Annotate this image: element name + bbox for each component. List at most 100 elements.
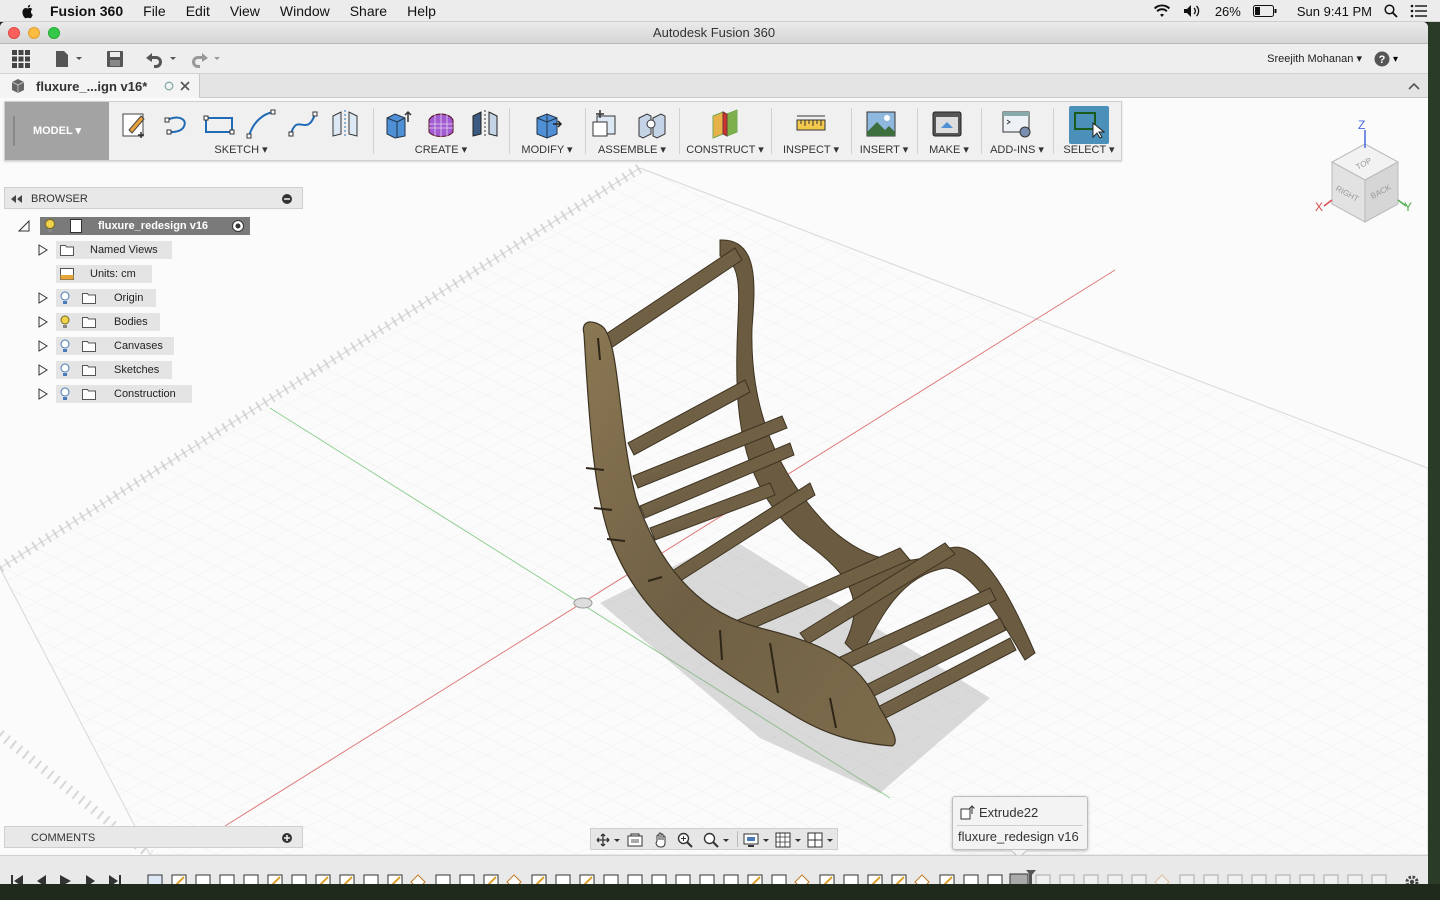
minimize-panel-icon[interactable] <box>282 194 292 204</box>
insert-group[interactable]: INSERT ▾ <box>855 102 913 160</box>
browser-panel-header[interactable]: BROWSER <box>4 187 303 209</box>
sketch-group-label[interactable]: SKETCH ▾ <box>113 143 369 156</box>
timeline-features[interactable] <box>144 870 1404 884</box>
tree-item-canvases[interactable]: Canvases <box>38 337 198 355</box>
step-forward-icon[interactable] <box>84 874 98 884</box>
tree-item-origin[interactable]: Origin <box>38 289 178 307</box>
pan-hand-icon[interactable] <box>653 832 669 848</box>
menu-window[interactable]: Window <box>280 3 330 19</box>
menu-app-name[interactable]: Fusion 360 <box>50 3 123 19</box>
menu-share[interactable]: Share <box>350 3 387 19</box>
modify-group[interactable]: MODIFY ▾ <box>513 102 581 160</box>
redo-icon[interactable] <box>190 50 224 68</box>
notification-center-icon[interactable] <box>1410 4 1428 18</box>
spotlight-search-icon[interactable] <box>1384 4 1398 18</box>
user-account-menu[interactable]: Sreejith Mohanan ▾ <box>1267 52 1362 65</box>
extrude-icon[interactable] <box>381 108 413 140</box>
undo-icon[interactable] <box>144 50 178 68</box>
offset-plane-icon[interactable] <box>709 108 741 140</box>
tree-item-units[interactable]: Units: cm <box>56 265 156 283</box>
visibility-bulb-icon[interactable] <box>44 219 56 233</box>
clock[interactable]: Sun 9:41 PM <box>1297 4 1372 19</box>
workspace-switcher[interactable]: MODEL ▾ <box>5 102 109 160</box>
line-tool-icon[interactable] <box>161 108 193 140</box>
rectangle-tool-icon[interactable] <box>203 108 235 140</box>
apple-icon[interactable] <box>20 3 36 19</box>
expand-panel-icon[interactable] <box>282 833 292 843</box>
root-chip[interactable]: fluxure_redesign v16 <box>40 217 250 235</box>
active-features[interactable] <box>147 873 1029 884</box>
view-cube-graphic[interactable]: TOP RIGHT BACK <box>1310 124 1420 234</box>
mirror-sketch-icon[interactable] <box>329 108 361 140</box>
display-settings-icon[interactable] <box>743 832 771 848</box>
minimize-window-button[interactable] <box>28 27 40 39</box>
go-to-start-icon[interactable] <box>10 874 24 884</box>
wifi-icon[interactable] <box>1153 4 1171 18</box>
insert-group-label[interactable]: INSERT ▾ <box>855 143 913 156</box>
spline-tool-icon[interactable] <box>287 108 319 140</box>
suppressed-features[interactable] <box>1035 874 1387 884</box>
expand-toggle-icon[interactable] <box>18 220 30 232</box>
orbit-icon[interactable] <box>595 832 621 848</box>
viewports-icon[interactable] <box>807 832 835 848</box>
menu-file[interactable]: File <box>143 3 166 19</box>
visibility-bulb-off-icon[interactable] <box>60 387 70 401</box>
expand-arrow-icon[interactable] <box>38 316 48 328</box>
inspect-group[interactable]: INSPECT ▾ <box>775 102 847 160</box>
arc-tool-icon[interactable] <box>245 108 277 140</box>
activate-radio-icon[interactable] <box>232 220 244 232</box>
modify-group-label[interactable]: MODIFY ▾ <box>513 143 581 156</box>
close-tab-icon[interactable] <box>180 81 190 91</box>
create-group-label[interactable]: CREATE ▾ <box>377 143 505 156</box>
tree-root-row[interactable]: fluxure_redesign v16 <box>18 217 258 235</box>
expand-arrow-icon[interactable] <box>38 364 48 376</box>
form-sculpt-icon[interactable] <box>425 108 457 140</box>
go-to-end-icon[interactable] <box>108 874 122 884</box>
chevron-up-icon[interactable] <box>1408 81 1420 91</box>
mirror-body-icon[interactable] <box>469 108 501 140</box>
data-panel-grid-icon[interactable] <box>12 50 30 68</box>
create-group[interactable]: CREATE ▾ <box>377 102 505 160</box>
make-group-label[interactable]: MAKE ▾ <box>921 143 977 156</box>
construct-group-label[interactable]: CONSTRUCT ▾ <box>683 143 767 156</box>
menu-help[interactable]: Help <box>407 3 436 19</box>
menu-view[interactable]: View <box>230 3 260 19</box>
make-group[interactable]: MAKE ▾ <box>921 102 977 160</box>
file-menu-icon[interactable] <box>54 50 84 68</box>
visibility-bulb-off-icon[interactable] <box>60 291 70 305</box>
scripts-addins-icon[interactable] <box>1001 108 1033 140</box>
visibility-bulb-icon[interactable] <box>60 315 70 329</box>
expand-arrow-icon[interactable] <box>38 292 48 304</box>
new-component-icon[interactable] <box>591 108 623 140</box>
expand-arrow-icon[interactable] <box>38 244 48 256</box>
add-ins-group-label[interactable]: ADD-INS ▾ <box>985 143 1049 156</box>
assemble-group-label[interactable]: ASSEMBLE ▾ <box>589 143 675 156</box>
step-back-icon[interactable] <box>34 874 48 884</box>
close-window-button[interactable] <box>8 27 20 39</box>
visibility-bulb-off-icon[interactable] <box>60 339 70 353</box>
select-group-label[interactable]: SELECT ▾ <box>1057 143 1121 156</box>
select-group[interactable]: SELECT ▾ <box>1057 102 1121 160</box>
construct-group[interactable]: CONSTRUCT ▾ <box>683 102 767 160</box>
collapse-panel-icon[interactable] <box>11 195 23 203</box>
create-sketch-icon[interactable] <box>119 108 151 140</box>
play-icon[interactable] <box>58 874 72 884</box>
press-pull-icon[interactable] <box>531 108 563 140</box>
sketch-group[interactable]: SKETCH ▾ <box>113 102 369 160</box>
volume-icon[interactable] <box>1183 4 1203 18</box>
toolbar-grip[interactable] <box>13 116 15 146</box>
zoom-icon[interactable] <box>677 832 693 848</box>
expand-arrow-icon[interactable] <box>38 340 48 352</box>
look-at-icon[interactable] <box>627 832 643 848</box>
origin-marker[interactable] <box>573 597 593 609</box>
comments-panel-header[interactable]: COMMENTS <box>4 826 303 848</box>
visibility-bulb-off-icon[interactable] <box>60 363 70 377</box>
select-tool-button[interactable] <box>1069 106 1109 144</box>
assemble-group[interactable]: ASSEMBLE ▾ <box>589 102 675 160</box>
insert-image-icon[interactable] <box>865 108 897 140</box>
timeline-settings-gear-icon[interactable] <box>1404 874 1420 884</box>
fit-zoom-icon[interactable] <box>703 832 731 848</box>
help-button[interactable]: ? ▾ <box>1374 50 1402 68</box>
menu-edit[interactable]: Edit <box>186 3 210 19</box>
tree-item-sketches[interactable]: Sketches <box>38 361 198 379</box>
